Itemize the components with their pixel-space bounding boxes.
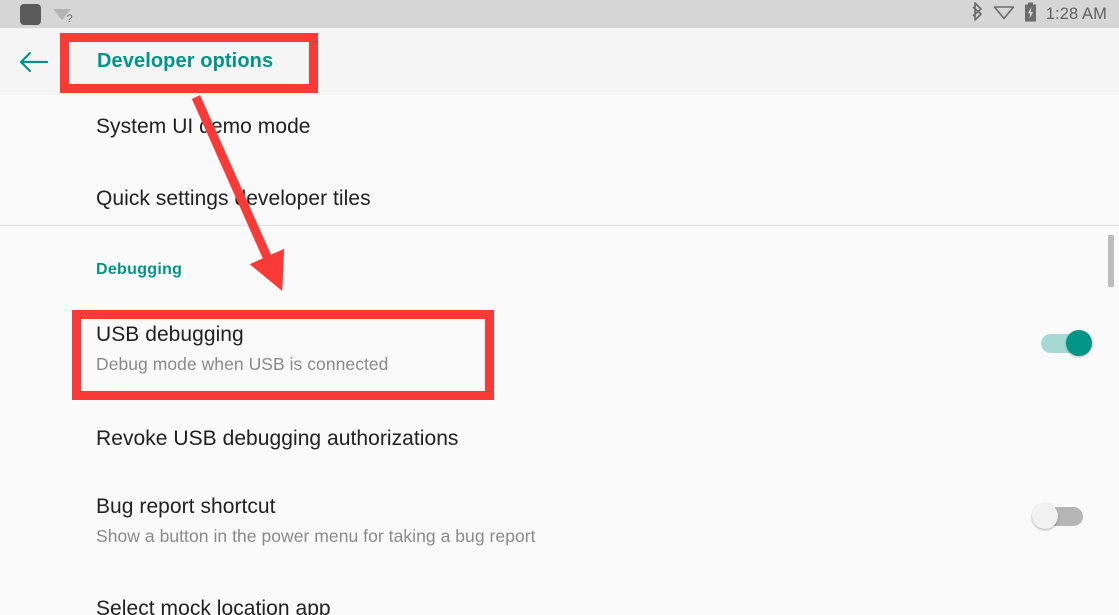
- list-item-title: Select mock location app: [96, 597, 331, 615]
- wifi-unknown-icon: ?: [51, 4, 75, 24]
- page-title: Developer options: [97, 50, 274, 72]
- status-bar-right-icons: 1:28 AM: [971, 2, 1107, 27]
- app-bar: Developer options: [0, 28, 1119, 95]
- row-texts: Quick settings developer tiles: [96, 186, 999, 212]
- list-item-title: Quick settings developer tiles: [96, 187, 371, 210]
- app-notification-icon: [20, 3, 41, 25]
- bluetooth-icon: [971, 2, 984, 26]
- toggle-thumb: [1032, 503, 1058, 529]
- toggle-usb-debugging[interactable]: [1038, 327, 1094, 359]
- developer-options-screen: ? 1:28 AM Developer options System UI de…: [0, 0, 1119, 615]
- list-item-summary: Debug mode when USB is connected: [96, 354, 389, 374]
- row-texts: USB debugging Debug mode when USB is con…: [96, 322, 999, 376]
- list-item-quick-settings-developer-tiles[interactable]: Quick settings developer tiles: [0, 175, 1119, 223]
- section-header-debugging: Debugging: [96, 261, 183, 278]
- svg-text:?: ?: [67, 13, 73, 24]
- scrollbar-thumb[interactable]: [1108, 235, 1114, 287]
- settings-list[interactable]: System UI demo mode Quick settings devel…: [0, 95, 1119, 615]
- wifi-icon: [993, 3, 1015, 25]
- status-bar: ? 1:28 AM: [0, 0, 1119, 28]
- status-bar-left-icons: ?: [20, 3, 75, 25]
- toggle-bug-report-shortcut[interactable]: [1032, 500, 1088, 532]
- list-item-title: System UI demo mode: [96, 115, 311, 138]
- list-item-summary: Show a button in the power menu for taki…: [96, 526, 536, 546]
- row-texts: Bug report shortcut Show a button in the…: [96, 494, 999, 548]
- list-item-bug-report-shortcut[interactable]: Bug report shortcut Show a button in the…: [0, 485, 1119, 557]
- row-texts: Select mock location app: [96, 596, 999, 615]
- list-item-usb-debugging[interactable]: USB debugging Debug mode when USB is con…: [0, 313, 1119, 385]
- toggle-thumb: [1066, 330, 1092, 356]
- row-texts: Revoke USB debugging authorizations: [96, 426, 999, 452]
- section-divider: [0, 225, 1119, 226]
- list-item-select-mock-location-app[interactable]: Select mock location app: [0, 585, 1119, 615]
- list-item-title: Revoke USB debugging authorizations: [96, 427, 459, 450]
- battery-charging-icon: [1024, 2, 1037, 27]
- list-item-title: Bug report shortcut: [96, 495, 276, 518]
- back-arrow-icon: [19, 51, 48, 72]
- list-item-revoke-usb-debugging-authorizations[interactable]: Revoke USB debugging authorizations: [0, 415, 1119, 463]
- list-item-system-ui-demo-mode[interactable]: System UI demo mode: [0, 103, 1119, 151]
- status-bar-clock: 1:28 AM: [1045, 4, 1107, 23]
- row-texts: System UI demo mode: [96, 114, 999, 140]
- list-item-title: USB debugging: [96, 323, 244, 346]
- back-button[interactable]: [0, 28, 67, 95]
